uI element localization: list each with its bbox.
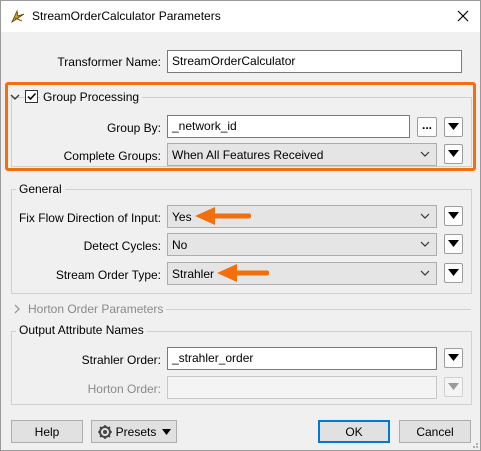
chevron-down-icon: [420, 151, 430, 157]
complete-groups-label: Complete Groups:: [63, 149, 161, 163]
gear-icon: [97, 424, 112, 439]
ok-button-label: OK: [345, 424, 363, 439]
stream-order-type-select[interactable]: Strahler: [167, 262, 437, 285]
group-by-menu-button[interactable]: [444, 117, 463, 137]
horton-order-parameters-section[interactable]: Horton Order Parameters: [28, 302, 163, 316]
complete-groups-value: When All Features Received: [172, 148, 324, 162]
strahler-order-input[interactable]: _strahler_order: [167, 347, 437, 370]
group-processing-checkbox[interactable]: [25, 90, 38, 103]
general-title: General: [16, 182, 65, 196]
presets-button[interactable]: Presets: [91, 420, 177, 443]
triangle-down-icon: [448, 212, 459, 219]
annotation-arrow-icon: [217, 264, 269, 282]
chevron-down-icon: [420, 241, 430, 247]
triangle-down-icon: [448, 383, 459, 390]
horton-order-menu-button[interactable]: [444, 377, 463, 397]
transformer-name-label: Transformer Name:: [57, 55, 161, 69]
help-button-label: Help: [34, 424, 60, 439]
close-icon[interactable]: [448, 3, 478, 29]
strahler-order-menu-button[interactable]: [444, 348, 463, 368]
detect-cycles-menu-button[interactable]: [444, 234, 463, 254]
title-bar: StreamOrderCalculator Parameters: [1, 1, 480, 32]
detect-cycles-label: Detect Cycles:: [83, 239, 161, 253]
chevron-down-icon[interactable]: [10, 91, 20, 101]
triangle-down-icon: [162, 428, 172, 435]
group-by-label: Group By:: [106, 121, 161, 135]
annotation-arrow-icon: [195, 207, 251, 225]
group-by-browse-button[interactable]: ...: [417, 117, 437, 137]
window-title: StreamOrderCalculator Parameters: [32, 9, 221, 23]
chevron-down-icon: [420, 213, 430, 219]
stream-order-type-value: Strahler: [172, 267, 215, 281]
fix-flow-menu-button[interactable]: [444, 206, 463, 226]
cancel-button[interactable]: Cancel: [399, 420, 471, 443]
complete-groups-select[interactable]: When All Features Received: [167, 143, 437, 166]
output-attribute-names-title: Output Attribute Names: [16, 323, 147, 337]
ok-button[interactable]: OK: [318, 420, 390, 443]
presets-button-label: Presets: [115, 424, 157, 439]
group-by-input[interactable]: _network_id: [167, 115, 410, 138]
dialog-window: StreamOrderCalculator Parameters Transfo…: [0, 0, 481, 451]
section-divider: [166, 309, 471, 310]
triangle-down-icon: [448, 354, 459, 361]
strahler-order-label: Strahler Order:: [81, 353, 161, 367]
triangle-down-icon: [448, 150, 459, 157]
fix-flow-value: Yes: [172, 210, 192, 224]
detect-cycles-value: No: [172, 238, 188, 252]
group-processing-label: Group Processing: [40, 90, 143, 104]
horton-order-label: Horton Order:: [87, 382, 161, 396]
horton-order-input[interactable]: [167, 376, 437, 399]
help-button[interactable]: Help: [11, 420, 83, 443]
fme-app-icon: [10, 8, 26, 24]
detect-cycles-select[interactable]: No: [167, 233, 437, 256]
triangle-down-icon: [448, 240, 459, 247]
triangle-down-icon: [448, 123, 459, 130]
stream-order-type-label: Stream Order Type:: [55, 268, 161, 282]
cancel-button-label: Cancel: [416, 424, 454, 439]
complete-groups-menu-button[interactable]: [444, 144, 463, 164]
triangle-down-icon: [448, 269, 459, 276]
chevron-down-icon: [420, 270, 430, 276]
stream-order-type-menu-button[interactable]: [444, 263, 463, 283]
transformer-name-input[interactable]: StreamOrderCalculator: [167, 50, 462, 73]
fix-flow-label: Fix Flow Direction of Input:: [18, 211, 161, 225]
chevron-right-icon[interactable]: [12, 303, 22, 314]
resize-grip-icon[interactable]: [469, 439, 479, 449]
